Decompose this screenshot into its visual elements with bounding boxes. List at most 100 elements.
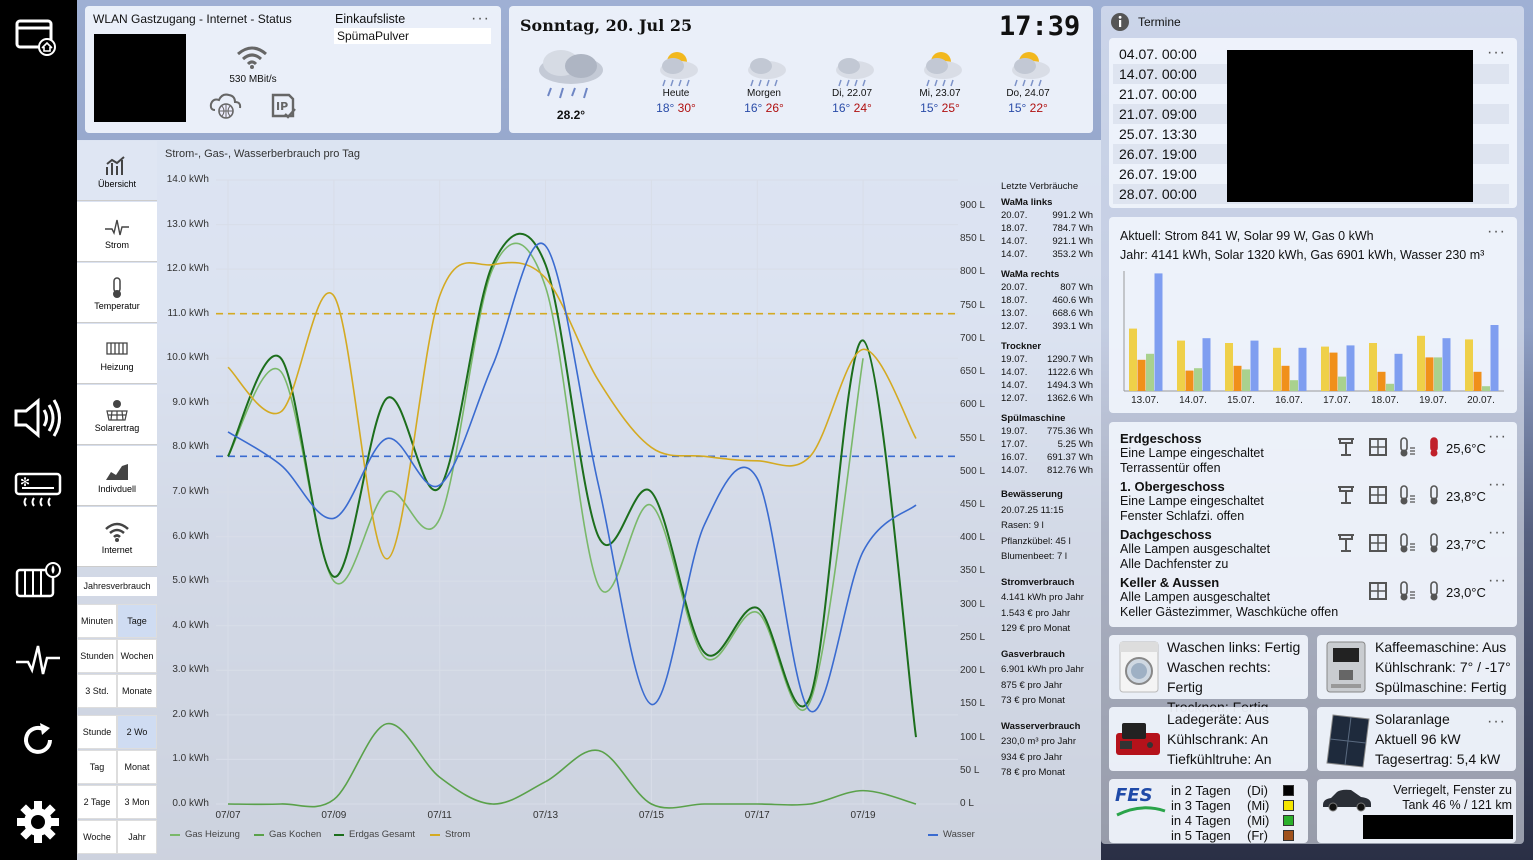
room-entry[interactable]: Dachgeschoss Alle Lampen ausgeschaltet All… bbox=[1120, 527, 1270, 572]
energy-card: ··· Aktuell: Strom 841 W, Solar 99 W, Ga… bbox=[1109, 217, 1517, 413]
room-temperature: 25,6°C bbox=[1446, 441, 1486, 456]
verbrauch-row: 18.07. 460.6 Wh bbox=[1001, 294, 1096, 307]
verbrauch-value: 1494.3 Wh bbox=[1047, 380, 1093, 391]
legend-item[interactable]: Strom bbox=[430, 829, 470, 840]
verbrauch-row: 19.07. 775.36 Wh bbox=[1001, 425, 1096, 438]
verbrauch-row: 13.07. 668.6 Wh bbox=[1001, 307, 1096, 320]
verbrauch-group: Trockner 19.07. 1290.7 Wh 14.07. 1122.6 Wh 14… bbox=[1001, 340, 1096, 405]
y2-tick-label: 750 L bbox=[960, 299, 986, 311]
legend-item[interactable]: Wasser bbox=[928, 829, 975, 840]
energy-current: Aktuell: Strom 841 W, Solar 99 W, Gas 0 … bbox=[1120, 229, 1374, 243]
more-options-icon[interactable]: ··· bbox=[1488, 477, 1507, 493]
x-tick-label: 07/19 bbox=[850, 810, 876, 821]
y2-tick-label: 150 L bbox=[960, 698, 986, 710]
verbrauch-value: 775.36 Wh bbox=[1047, 426, 1093, 437]
verbrauch-line: 934 € pro Jahr bbox=[1001, 751, 1063, 763]
car-card[interactable]: Verriegelt, Fenster zu Tank 46 % / 121 k… bbox=[1317, 779, 1516, 843]
legend-item[interactable]: Gas Heizung bbox=[170, 829, 240, 840]
verbrauch-value: 5.25 Wh bbox=[1057, 439, 1093, 450]
solar-status: Aktuell 96 kW bbox=[1375, 731, 1461, 747]
verbrauch-date: 14.07. bbox=[1001, 249, 1028, 260]
room-temperature: 23,0°C bbox=[1446, 585, 1486, 600]
energy-bar bbox=[1146, 353, 1154, 391]
washer-card[interactable]: Waschen links: Fertig Waschen rechts: Fer… bbox=[1109, 635, 1308, 715]
energy-bar bbox=[1434, 357, 1442, 391]
consumption-chart bbox=[216, 179, 958, 809]
fes-card[interactable]: FES in 2 Tagen (Di) in 3 Tagen (Mi) in 4 Tag… bbox=[1109, 779, 1308, 843]
solar-card[interactable]: ··· Solaranlage Aktuell 96 kW Tagesertrag:… bbox=[1317, 707, 1516, 771]
y-tick-label: 1.0 kWh bbox=[172, 753, 209, 765]
y2-tick-label: 800 L bbox=[960, 266, 986, 278]
y2-tick-label: 300 L bbox=[960, 598, 986, 610]
more-options-icon[interactable]: ··· bbox=[1488, 573, 1507, 589]
thermostat-icon[interactable] bbox=[1397, 436, 1419, 458]
room-temperature: 23,8°C bbox=[1446, 489, 1486, 504]
y2-tick-label: 850 L bbox=[960, 233, 986, 245]
termin-date: 26.07. 19:00 bbox=[1119, 166, 1197, 182]
kitchen-card[interactable]: Kaffeemaschine: Aus Kühlschrank: 7° / -17… bbox=[1317, 635, 1516, 699]
energy-bar bbox=[1473, 371, 1482, 391]
verbrauch-section-title: Stromverbrauch bbox=[1001, 576, 1075, 588]
room-entry[interactable]: Keller & Aussen Alle Lampen ausgeschaltet… bbox=[1120, 575, 1338, 620]
fes-pickup-row: in 3 Tagen (Mi) bbox=[1171, 798, 1301, 813]
verbrauch-line: Rasen: 9 l bbox=[1001, 520, 1044, 531]
y2-tick-label: 700 L bbox=[960, 332, 986, 344]
y-tick-label: 0.0 kWh bbox=[172, 798, 209, 809]
thermostat-icon[interactable] bbox=[1397, 484, 1419, 506]
y2-tick-label: 550 L bbox=[960, 432, 986, 444]
verbrauch-list: Letzte Verbräuche WaMa links 20.07. 991.2 … bbox=[1001, 180, 1096, 781]
charger-card[interactable]: Ladegeräte: Aus Kühlschrank: An Tiefkühltr… bbox=[1109, 707, 1308, 771]
energy-bar bbox=[1490, 325, 1499, 391]
car-icon bbox=[1321, 787, 1373, 816]
y-tick-label: 6.0 kWh bbox=[172, 530, 209, 542]
verbrauch-row: 14.07. 353.2 Wh bbox=[1001, 248, 1096, 261]
room-name: 1. Obergeschoss bbox=[1120, 479, 1225, 494]
energy-year: Jahr: 4141 kWh, Solar 1320 kWh, Gas 6901… bbox=[1120, 248, 1485, 262]
fes-when: in 4 Tagen bbox=[1171, 813, 1231, 828]
energy-bar bbox=[1425, 357, 1434, 391]
energy-bar bbox=[1482, 386, 1490, 391]
y-tick-label: 11.0 kWh bbox=[167, 307, 210, 319]
window-icon[interactable] bbox=[1367, 484, 1389, 506]
verbrauch-row: 12.07. 393.1 Wh bbox=[1001, 320, 1096, 333]
more-options-icon[interactable]: ··· bbox=[1487, 45, 1506, 61]
window-icon[interactable] bbox=[1367, 436, 1389, 458]
termin-date: 04.07. 00:00 bbox=[1119, 46, 1197, 62]
verbrauch-date: 12.07. bbox=[1001, 321, 1028, 332]
energy-bar bbox=[1298, 347, 1307, 391]
y-tick-label: 10.0 kWh bbox=[166, 352, 209, 364]
y-tick-label: 3.0 kWh bbox=[172, 664, 209, 676]
more-options-icon[interactable]: ··· bbox=[1487, 224, 1506, 240]
verbrauch-date: 13.07. bbox=[1001, 308, 1028, 319]
room-entry[interactable]: Erdgeschoss Eine Lampe eingeschaltet Terra… bbox=[1120, 431, 1264, 476]
thermostat-icon[interactable] bbox=[1397, 580, 1419, 602]
window-icon[interactable] bbox=[1367, 580, 1389, 602]
energy-bar bbox=[1129, 328, 1137, 391]
x-tick-label: 07/09 bbox=[321, 810, 347, 821]
verbrauch-date: 19.07. bbox=[1001, 426, 1028, 437]
y2-tick-label: 500 L bbox=[960, 465, 986, 477]
verbrauch-date: 20.07. bbox=[1001, 282, 1028, 293]
more-options-icon[interactable]: ··· bbox=[1488, 525, 1507, 541]
legend-item[interactable]: Gas Kochen bbox=[254, 829, 321, 840]
window-icon[interactable] bbox=[1367, 532, 1389, 554]
energy-bar bbox=[1321, 346, 1329, 391]
y2-tick-label: 900 L bbox=[960, 200, 986, 211]
lamp-icon[interactable] bbox=[1335, 436, 1357, 458]
verbrauch-date: 16.07. bbox=[1001, 452, 1028, 463]
legend-item[interactable]: Erdgas Gesamt bbox=[334, 829, 415, 840]
thermostat-icon[interactable] bbox=[1397, 532, 1419, 554]
more-options-icon[interactable]: ··· bbox=[1488, 429, 1507, 445]
lade-status: Kühlschrank: An bbox=[1167, 731, 1269, 747]
fes-day: (Fr) bbox=[1247, 828, 1268, 843]
energy-bar bbox=[1154, 273, 1163, 391]
verbrauch-wasser: Wasserverbrauch 230,0 m³ pro Jahr 934 € pr… bbox=[1001, 719, 1096, 781]
verbrauch-group-title: Spülmaschine bbox=[1001, 413, 1066, 424]
room-temperature: 23,7°C bbox=[1446, 537, 1486, 552]
lamp-icon[interactable] bbox=[1335, 532, 1357, 554]
verbrauch-date: 17.07. bbox=[1001, 439, 1028, 450]
termin-date: 26.07. 19:00 bbox=[1119, 146, 1197, 162]
lamp-icon[interactable] bbox=[1335, 484, 1357, 506]
y2-tick-label: 600 L bbox=[960, 399, 986, 411]
room-entry[interactable]: 1. Obergeschoss Eine Lampe eingeschaltet F… bbox=[1120, 479, 1264, 524]
